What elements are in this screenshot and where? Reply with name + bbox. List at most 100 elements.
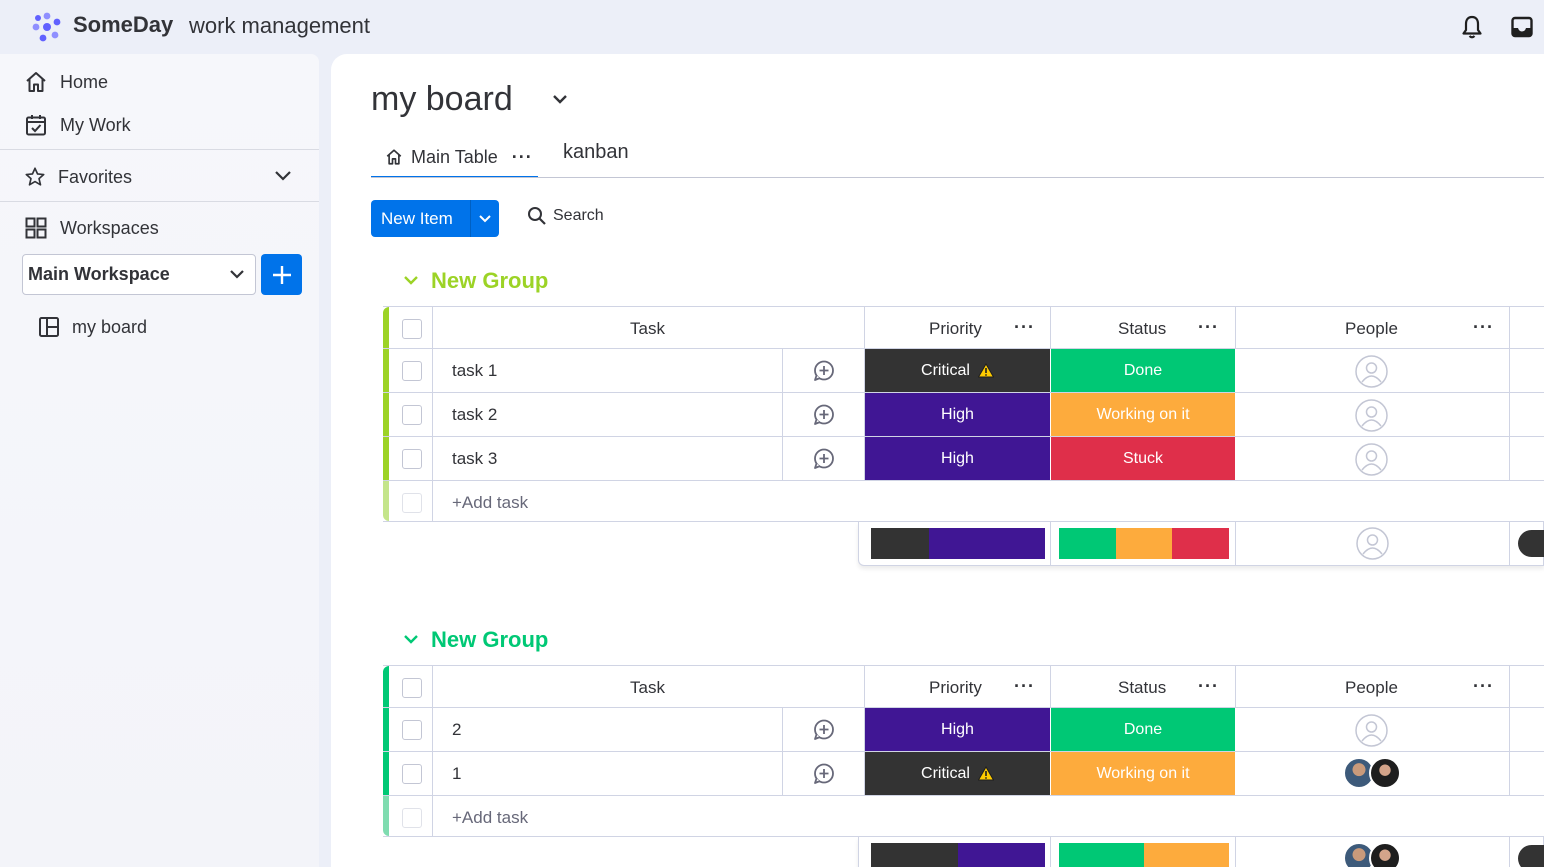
workspace-select-value: Main Workspace [28,264,170,284]
group-title[interactable]: New Group [431,627,548,653]
status-label: Working on it [1096,764,1190,782]
chevron-down-icon[interactable] [272,165,294,187]
status-cell[interactable]: Done [1051,708,1235,751]
add-task-input[interactable]: +Add task [452,493,528,513]
add-update-icon[interactable] [812,762,836,786]
priority-cell[interactable]: High [865,708,1050,751]
row-checkbox[interactable] [402,449,422,469]
status-label: Working on it [1096,405,1190,423]
table-header-row: Task Priority ··· Status ··· People ··· [383,665,1544,708]
task-name[interactable]: 2 [452,720,461,740]
column-header-priority[interactable]: Priority [929,678,982,698]
add-update-icon[interactable] [812,403,836,427]
sidebar-item-label: Home [60,71,109,92]
new-item-label: New Item [381,208,453,228]
column-menu-icon[interactable]: ··· [1014,317,1035,338]
status-summary-bar[interactable] [1059,843,1229,867]
group-header[interactable]: New Group [403,268,548,294]
group-title[interactable]: New Group [431,268,548,294]
avatar[interactable] [1369,757,1401,789]
add-task-row[interactable]: +Add task [383,796,1544,837]
status-cell[interactable]: Stuck [1051,437,1235,480]
status-label: Done [1123,720,1163,738]
empty-avatar-icon[interactable] [1355,443,1388,476]
select-all-checkbox[interactable] [402,678,422,698]
add-update-icon[interactable] [812,447,836,471]
empty-avatar-icon[interactable] [1355,399,1388,432]
column-menu-icon[interactable]: ··· [1198,676,1219,697]
priority-cell[interactable]: High [865,393,1050,436]
row-checkbox[interactable] [402,361,422,381]
row-checkbox[interactable] [402,720,422,740]
table-row[interactable]: task 2 High Working on it [383,393,1544,437]
column-header-priority[interactable]: Priority [929,319,982,339]
column-header-status[interactable]: Status [1118,319,1166,339]
status-summary-bar[interactable] [1059,528,1229,559]
status-cell[interactable]: Working on it [1051,393,1235,436]
table-row[interactable]: task 3 High Stuck [383,437,1544,481]
tab-main-table[interactable]: Main Table ··· [371,138,538,178]
empty-avatar-icon[interactable] [1355,714,1388,747]
tab-kanban[interactable]: kanban [563,141,629,164]
priority-summary-bar[interactable] [871,843,1045,867]
chevron-down-icon[interactable] [551,92,569,108]
home-icon [26,72,46,92]
search-icon [528,207,546,225]
new-item-dropdown[interactable] [471,213,499,225]
chevron-down-icon [404,276,418,285]
add-workspace-button[interactable] [261,254,302,295]
column-header-status[interactable]: Status [1118,678,1166,698]
column-menu-icon[interactable]: ··· [1014,676,1035,697]
empty-avatar-icon [1356,527,1389,560]
plus-icon [272,265,291,284]
row-checkbox[interactable] [402,764,422,784]
tab-label: Main Table [411,146,498,167]
column-header-task[interactable]: Task [630,678,665,698]
group-header[interactable]: New Group [403,627,548,653]
row-checkbox[interactable] [402,405,422,425]
task-name[interactable]: task 3 [452,449,497,469]
priority-summary-bar[interactable] [871,528,1045,559]
task-name[interactable]: task 1 [452,361,497,381]
bell-icon[interactable] [1460,14,1484,40]
add-task-input[interactable]: +Add task [452,808,528,828]
priority-cell[interactable]: Critical [865,752,1050,795]
summary-pill [1518,530,1544,557]
new-item-button[interactable]: New Item [371,200,499,237]
board-icon [39,317,59,337]
column-menu-icon[interactable]: ··· [1473,676,1494,697]
column-menu-icon[interactable]: ··· [1198,317,1219,338]
select-all-checkbox[interactable] [402,319,422,339]
workspace-select[interactable]: Main Workspace [22,254,256,295]
task-name[interactable]: 1 [452,764,461,784]
inbox-icon[interactable] [1510,14,1534,40]
board-title[interactable]: my board [371,80,513,119]
table-row[interactable]: task 1 Critical Done [383,349,1544,393]
sidebar-item-workspaces[interactable]: Workspaces [24,213,159,243]
table-header-row: Task Priority ··· Status ··· People ··· [383,306,1544,349]
more-options-icon[interactable]: ··· [512,147,533,168]
sidebar-board-item[interactable]: my board [38,316,147,338]
column-header-task[interactable]: Task [630,319,665,339]
sidebar-item-favorites[interactable]: Favorites [24,162,132,192]
sidebar-item-my-work[interactable]: My Work [24,110,131,140]
search-button[interactable]: Search [527,206,604,226]
warning-icon [977,766,994,781]
add-update-icon[interactable] [812,359,836,383]
add-update-icon[interactable] [812,718,836,742]
task-name[interactable]: task 2 [452,405,497,425]
table-row[interactable]: 2 High Done [383,708,1544,752]
priority-cell[interactable]: Critical [865,349,1050,392]
search-label: Search [553,207,604,224]
empty-avatar-icon[interactable] [1355,355,1388,388]
summary-pill [1518,845,1544,867]
status-cell[interactable]: Done [1051,349,1235,392]
add-task-row[interactable]: +Add task [383,481,1544,522]
sidebar-item-home[interactable]: Home [24,67,108,97]
column-header-people[interactable]: People [1345,678,1398,698]
column-menu-icon[interactable]: ··· [1473,317,1494,338]
priority-cell[interactable]: High [865,437,1050,480]
status-cell[interactable]: Working on it [1051,752,1235,795]
table-row[interactable]: 1 Critical Working on it [383,752,1544,796]
column-header-people[interactable]: People [1345,319,1398,339]
